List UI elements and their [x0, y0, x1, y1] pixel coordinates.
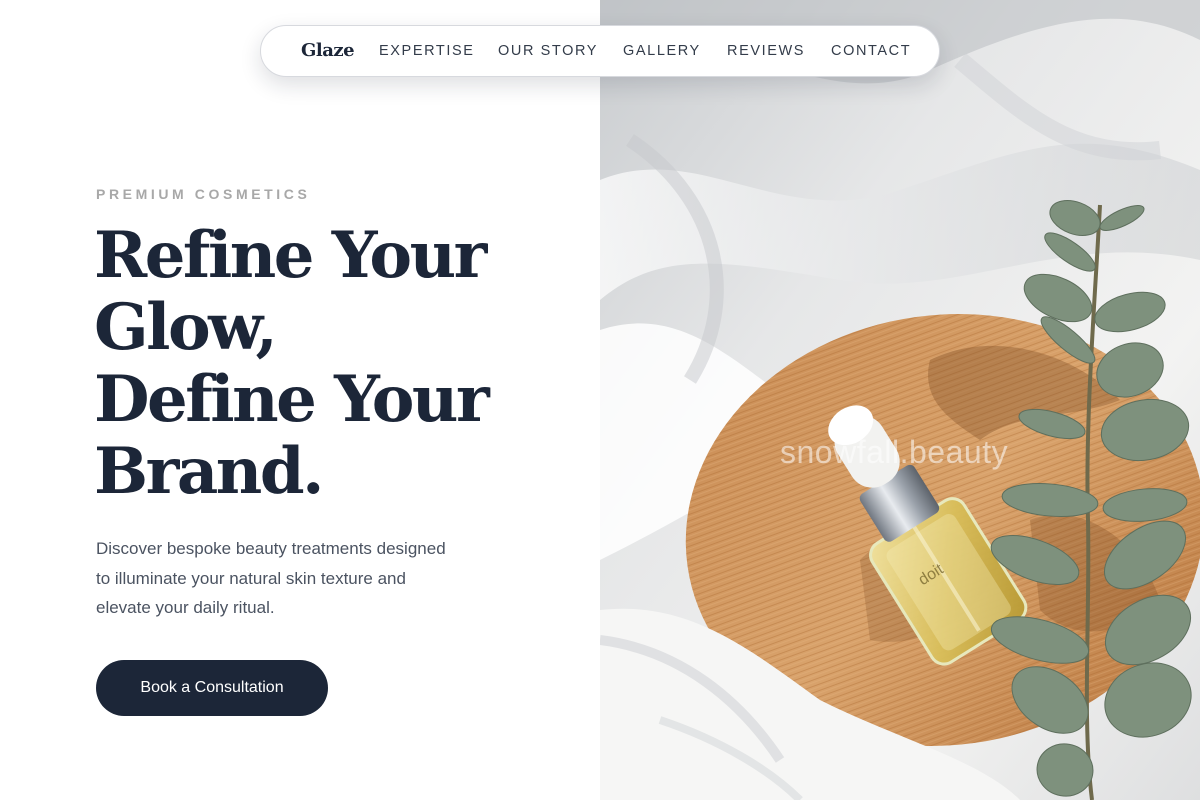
description-line: elevate your daily ritual. [96, 598, 275, 617]
top-navigation: Glaze EXPERTISE OUR STORY GALLERY REVIEW… [260, 25, 940, 77]
headline-line: Brand. [94, 434, 324, 509]
description-line: to illuminate your natural skin texture … [96, 568, 406, 588]
image-watermark: snowfall.beauty [780, 434, 1009, 470]
book-consultation-button[interactable]: Book a Consultation [96, 660, 328, 716]
hero-product-image: doit [600, 0, 1200, 800]
nav-link-contact[interactable]: CONTACT [831, 43, 911, 59]
hero-eyebrow: PREMIUM COSMETICS [96, 186, 311, 202]
nav-link-reviews[interactable]: REVIEWS [727, 43, 805, 59]
headline-line: Refine Your [94, 218, 487, 293]
headline-line: Glow, [94, 290, 278, 365]
nav-link-expertise[interactable]: EXPERTISE [379, 43, 475, 59]
description-line: Discover bespoke beauty treatments desig… [96, 539, 446, 558]
headline-line: Define Your [94, 362, 490, 437]
nav-link-gallery[interactable]: GALLERY [623, 43, 701, 59]
brand-logo[interactable]: Glaze [301, 40, 355, 61]
nav-link-our-story[interactable]: OUR STORY [498, 43, 598, 59]
hero-description: Discover bespoke beauty treatments desig… [96, 534, 516, 623]
hero-headline: Refine Your Glow, Define Your Brand. [94, 220, 574, 508]
